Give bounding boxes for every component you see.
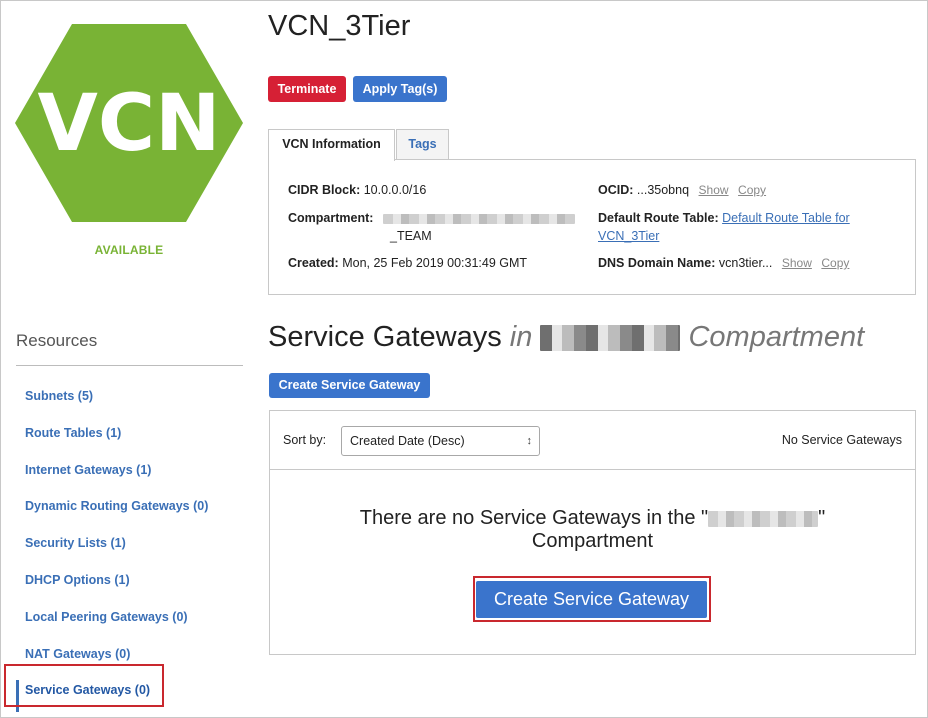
sort-select-value: Created Date (Desc) [350, 434, 465, 448]
result-count: No Service Gateways [781, 433, 902, 447]
sort-label: Sort by: [283, 433, 327, 447]
sort-select[interactable]: Created Date (Desc) ↕ [341, 426, 540, 456]
created-row: Created: Mon, 25 Feb 2019 00:31:49 GMT [288, 256, 527, 270]
section-title-text: Service Gateways [268, 321, 502, 353]
route-table-link-cont[interactable]: VCN_3Tier [598, 229, 659, 243]
ocid-copy-link[interactable]: Copy [738, 183, 766, 197]
dns-value: vcn3tier... [718, 256, 773, 270]
resources-heading: Resources [16, 331, 98, 350]
ocid-value: ...35obnq [636, 183, 690, 197]
highlight-service-gateways [4, 664, 164, 707]
route-table-link[interactable]: Default Route Table for [722, 211, 850, 225]
create-service-gateway-button[interactable]: Create Service Gateway [269, 373, 430, 398]
resource-item-dynamic-routing-gateways[interactable]: Dynamic Routing Gateways (0) [0, 488, 258, 525]
empty-state-compartment-redacted [708, 510, 819, 527]
resource-item-internet-gateways[interactable]: Internet Gateways (1) [0, 452, 258, 489]
empty-state-message: There are no Service Gateways in the " " … [270, 507, 915, 553]
compartment-row: Compartment: [288, 211, 575, 225]
compartment-label: Compartment: [288, 211, 374, 225]
section-title-in: in [509, 321, 533, 353]
status-badge: AVAILABLE [94, 243, 164, 257]
ocid-label: OCID: [598, 183, 634, 197]
empty-state-line-1: There are no Service Gateways in the " " [270, 507, 915, 530]
highlight-create-button [473, 576, 711, 622]
resource-item-subnets[interactable]: Subnets (5) [0, 378, 258, 415]
updown-chevron-icon: ↕ [526, 435, 533, 447]
page-title: VCN_3Tier [268, 10, 411, 42]
cidr-row: CIDR Block: 10.0.0.0/16 [288, 183, 426, 197]
cidr-value: 10.0.0.0/16 [363, 183, 427, 197]
dns-copy-link[interactable]: Copy [821, 256, 849, 270]
ocid-row: OCID: ...35obnq Show Copy [598, 183, 766, 197]
dns-row: DNS Domain Name: vcn3tier... Show Copy [598, 256, 849, 270]
created-value: Mon, 25 Feb 2019 00:31:49 GMT [342, 256, 528, 270]
dns-label: DNS Domain Name: [598, 256, 716, 270]
route-table-row-2: VCN_3Tier [598, 229, 659, 243]
compartment-value-redacted [382, 213, 575, 224]
resources-list: Subnets (5) Route Tables (1) Internet Ga… [0, 378, 258, 713]
ocid-show-link[interactable]: Show [699, 183, 729, 197]
vcn-info-panel: CIDR Block: 10.0.0.0/16 Compartment: _TE… [268, 159, 916, 295]
empty-state-line-2: Compartment [531, 530, 654, 552]
vcn-logo-text: VCN [38, 79, 221, 169]
compartment-row-2: _TEAM [390, 229, 432, 243]
apply-tags-button[interactable]: Apply Tag(s) [353, 76, 447, 102]
section-title-compartment: Compartment [688, 321, 865, 353]
resource-item-local-peering-gateways[interactable]: Local Peering Gateways (0) [0, 599, 258, 636]
cidr-label: CIDR Block: [288, 183, 361, 197]
resource-item-route-tables[interactable]: Route Tables (1) [0, 415, 258, 452]
route-table-label: Default Route Table: [598, 211, 719, 225]
list-toolbar: Sort by: Created Date (Desc) ↕ No Servic… [270, 411, 915, 470]
empty-state-text-post: " [818, 507, 826, 529]
tab-tags[interactable]: Tags [396, 129, 449, 160]
dns-show-link[interactable]: Show [782, 256, 812, 270]
section-title: Service Gateways in Compartment [268, 321, 864, 354]
compartment-value-suffix: _TEAM [390, 229, 432, 243]
resources-divider [16, 365, 243, 366]
created-label: Created: [288, 256, 339, 270]
tab-vcn-information[interactable]: VCN Information [268, 129, 395, 161]
resource-item-dhcp-options[interactable]: DHCP Options (1) [0, 562, 258, 599]
route-table-row: Default Route Table: Default Route Table… [598, 211, 850, 225]
resource-item-security-lists[interactable]: Security Lists (1) [0, 525, 258, 562]
compartment-name-redacted [540, 325, 681, 352]
terminate-button[interactable]: Terminate [268, 76, 346, 102]
vcn-hexagon-logo: VCN [15, 24, 243, 222]
left-panel: VCN AVAILABLE Resources Subnets (5) Rout… [0, 0, 258, 718]
empty-state-text-pre: There are no Service Gateways in the " [359, 507, 709, 529]
